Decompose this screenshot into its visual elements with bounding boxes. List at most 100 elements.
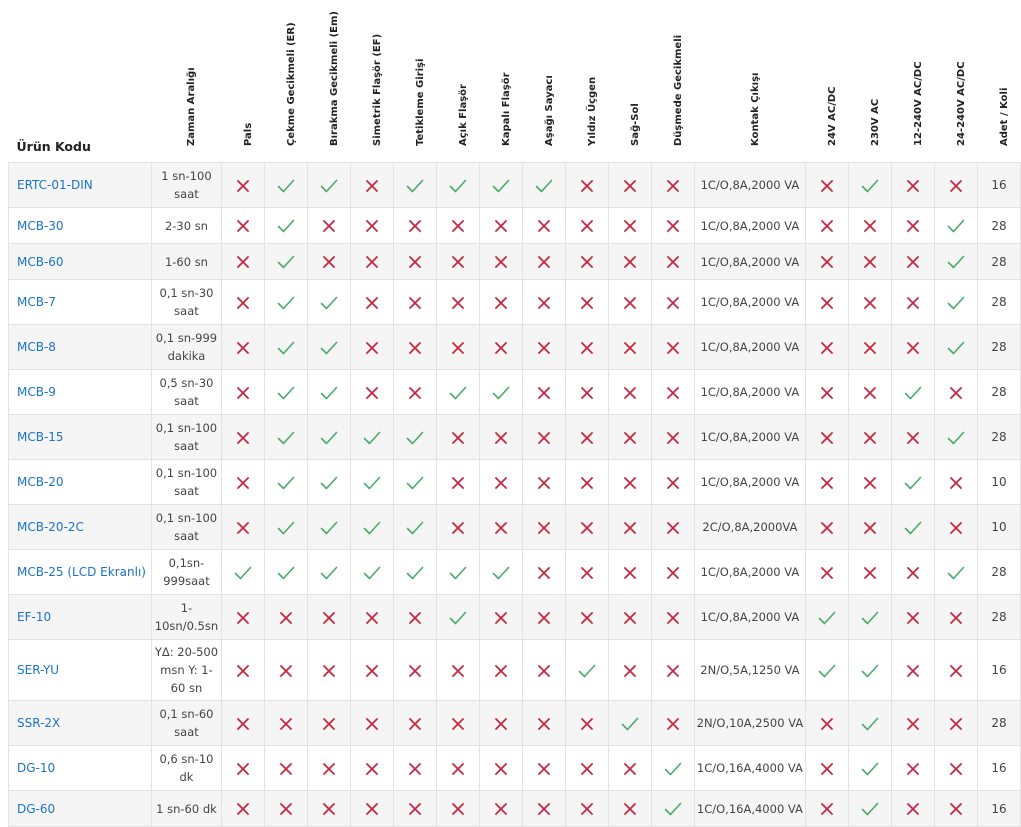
product-code-link[interactable]: EF-10 bbox=[17, 610, 51, 624]
cross-icon bbox=[607, 279, 652, 325]
product-code-cell: MCB-15 bbox=[8, 414, 152, 460]
quantity-cell: 16 bbox=[977, 639, 1021, 701]
time-range-cell: 0,6 sn-10 dk bbox=[150, 745, 223, 791]
product-code-cell: MCB-20-2C bbox=[8, 504, 152, 550]
contact-output-cell: 1C/O,8A,2000 VA bbox=[693, 324, 807, 370]
cross-icon bbox=[521, 790, 566, 827]
cross-icon bbox=[805, 162, 850, 208]
cross-icon bbox=[221, 162, 266, 208]
product-code-link[interactable]: MCB-7 bbox=[17, 295, 56, 309]
cross-icon bbox=[650, 549, 695, 595]
contact-output-cell: 1C/O,16A,4000 VA bbox=[693, 790, 807, 827]
header-24v-acdc: 24V AC/DC bbox=[827, 86, 839, 146]
table-row: ERTC-01-DIN 1 sn-100 saat 1C/O,8A,2000 VA 1… bbox=[8, 162, 1021, 208]
cross-icon bbox=[478, 414, 523, 460]
header-asagi-sayaci: Aşağı Sayacı bbox=[543, 75, 555, 146]
cross-icon bbox=[848, 243, 893, 280]
product-code-link[interactable]: MCB-25 (LCD Ekranlı) bbox=[17, 565, 146, 579]
check-icon bbox=[848, 790, 893, 827]
contact-output-cell: 1C/O,8A,2000 VA bbox=[693, 369, 807, 415]
contact-output-cell: 1C/O,8A,2000 VA bbox=[693, 207, 807, 244]
cross-icon bbox=[221, 639, 266, 701]
cross-icon bbox=[307, 207, 351, 244]
cross-icon bbox=[521, 504, 566, 550]
cross-icon bbox=[848, 207, 893, 244]
cross-icon bbox=[478, 790, 523, 827]
cross-icon bbox=[805, 549, 850, 595]
table-row: MCB-60 1-60 sn 1C/O,8A,2000 VA 28 bbox=[8, 243, 1021, 280]
check-icon bbox=[848, 594, 893, 640]
product-code-link[interactable]: MCB-20-2C bbox=[17, 520, 84, 534]
product-code-link[interactable]: SER-YU bbox=[17, 663, 59, 677]
cross-icon bbox=[564, 162, 609, 208]
cross-icon bbox=[478, 639, 523, 701]
product-code-link[interactable]: MCB-15 bbox=[17, 430, 64, 444]
cross-icon bbox=[805, 790, 850, 827]
product-table-container: Ürün Kodu Zaman Aralığı Pals Çekme Gecik… bbox=[8, 8, 1021, 827]
cross-icon bbox=[478, 207, 523, 244]
check-icon bbox=[934, 549, 979, 595]
check-icon bbox=[478, 162, 523, 208]
cross-icon bbox=[435, 414, 480, 460]
contact-output-cell: 2N/O,10A,2500 VA bbox=[693, 700, 807, 746]
cross-icon bbox=[350, 324, 394, 370]
header-urun-kodu: Ürün Kodu bbox=[16, 139, 91, 154]
cross-icon bbox=[521, 459, 566, 505]
cross-icon bbox=[221, 700, 266, 746]
check-icon bbox=[934, 279, 979, 325]
product-code-link[interactable]: MCB-60 bbox=[17, 255, 64, 269]
cross-icon bbox=[607, 162, 652, 208]
cross-icon bbox=[891, 414, 936, 460]
cross-icon bbox=[221, 790, 266, 827]
cross-icon bbox=[891, 639, 936, 701]
cross-icon bbox=[805, 745, 850, 791]
table-row: MCB-7 0,1 sn-30 saat 1C/O,8A,2000 VA 28 bbox=[8, 279, 1021, 325]
cross-icon bbox=[221, 207, 266, 244]
table-row: MCB-20 0,1 sn-100 saat 1C/O,8A,2000 VA 10 bbox=[8, 459, 1021, 505]
cross-icon bbox=[607, 369, 652, 415]
check-icon bbox=[650, 790, 695, 827]
cross-icon bbox=[650, 162, 695, 208]
cross-icon bbox=[650, 414, 695, 460]
product-code-cell: MCB-20 bbox=[8, 459, 152, 505]
cross-icon bbox=[848, 504, 893, 550]
check-icon bbox=[435, 162, 480, 208]
cross-icon bbox=[521, 324, 566, 370]
contact-output-cell: 1C/O,16A,4000 VA bbox=[693, 745, 807, 791]
check-icon bbox=[607, 700, 652, 746]
product-code-link[interactable]: DG-60 bbox=[17, 802, 55, 816]
cross-icon bbox=[891, 162, 936, 208]
check-icon bbox=[350, 414, 394, 460]
product-code-link[interactable]: MCB-30 bbox=[17, 219, 64, 233]
quantity-cell: 28 bbox=[977, 243, 1021, 280]
product-code-cell: MCB-30 bbox=[8, 207, 152, 244]
cross-icon bbox=[264, 639, 309, 701]
cross-icon bbox=[607, 594, 652, 640]
check-icon bbox=[848, 745, 893, 791]
check-icon bbox=[805, 639, 850, 701]
cross-icon bbox=[934, 594, 979, 640]
cross-icon bbox=[392, 324, 437, 370]
product-code-link[interactable]: SSR-2X bbox=[17, 716, 60, 730]
product-code-cell: EF-10 bbox=[8, 594, 152, 640]
cross-icon bbox=[805, 459, 850, 505]
product-code-cell: MCB-8 bbox=[8, 324, 152, 370]
product-code-link[interactable]: MCB-8 bbox=[17, 340, 56, 354]
product-code-link[interactable]: MCB-9 bbox=[17, 385, 56, 399]
cross-icon bbox=[392, 639, 437, 701]
time-range-cell: 0,1sn-999saat bbox=[150, 549, 223, 595]
cross-icon bbox=[392, 594, 437, 640]
cross-icon bbox=[435, 790, 480, 827]
cross-icon bbox=[435, 700, 480, 746]
product-code-link[interactable]: DG-10 bbox=[17, 761, 55, 775]
table-row: DG-10 0,6 sn-10 dk 1C/O,16A,4000 VA 16 bbox=[8, 745, 1021, 791]
product-code-link[interactable]: MCB-20 bbox=[17, 475, 64, 489]
time-range-cell: 0,1 sn-100 saat bbox=[150, 504, 223, 550]
cross-icon bbox=[264, 790, 309, 827]
cross-icon bbox=[650, 324, 695, 370]
product-code-link[interactable]: ERTC-01-DIN bbox=[17, 178, 93, 192]
cross-icon bbox=[564, 324, 609, 370]
cross-icon bbox=[650, 243, 695, 280]
check-icon bbox=[392, 162, 437, 208]
quantity-cell: 28 bbox=[977, 279, 1021, 325]
